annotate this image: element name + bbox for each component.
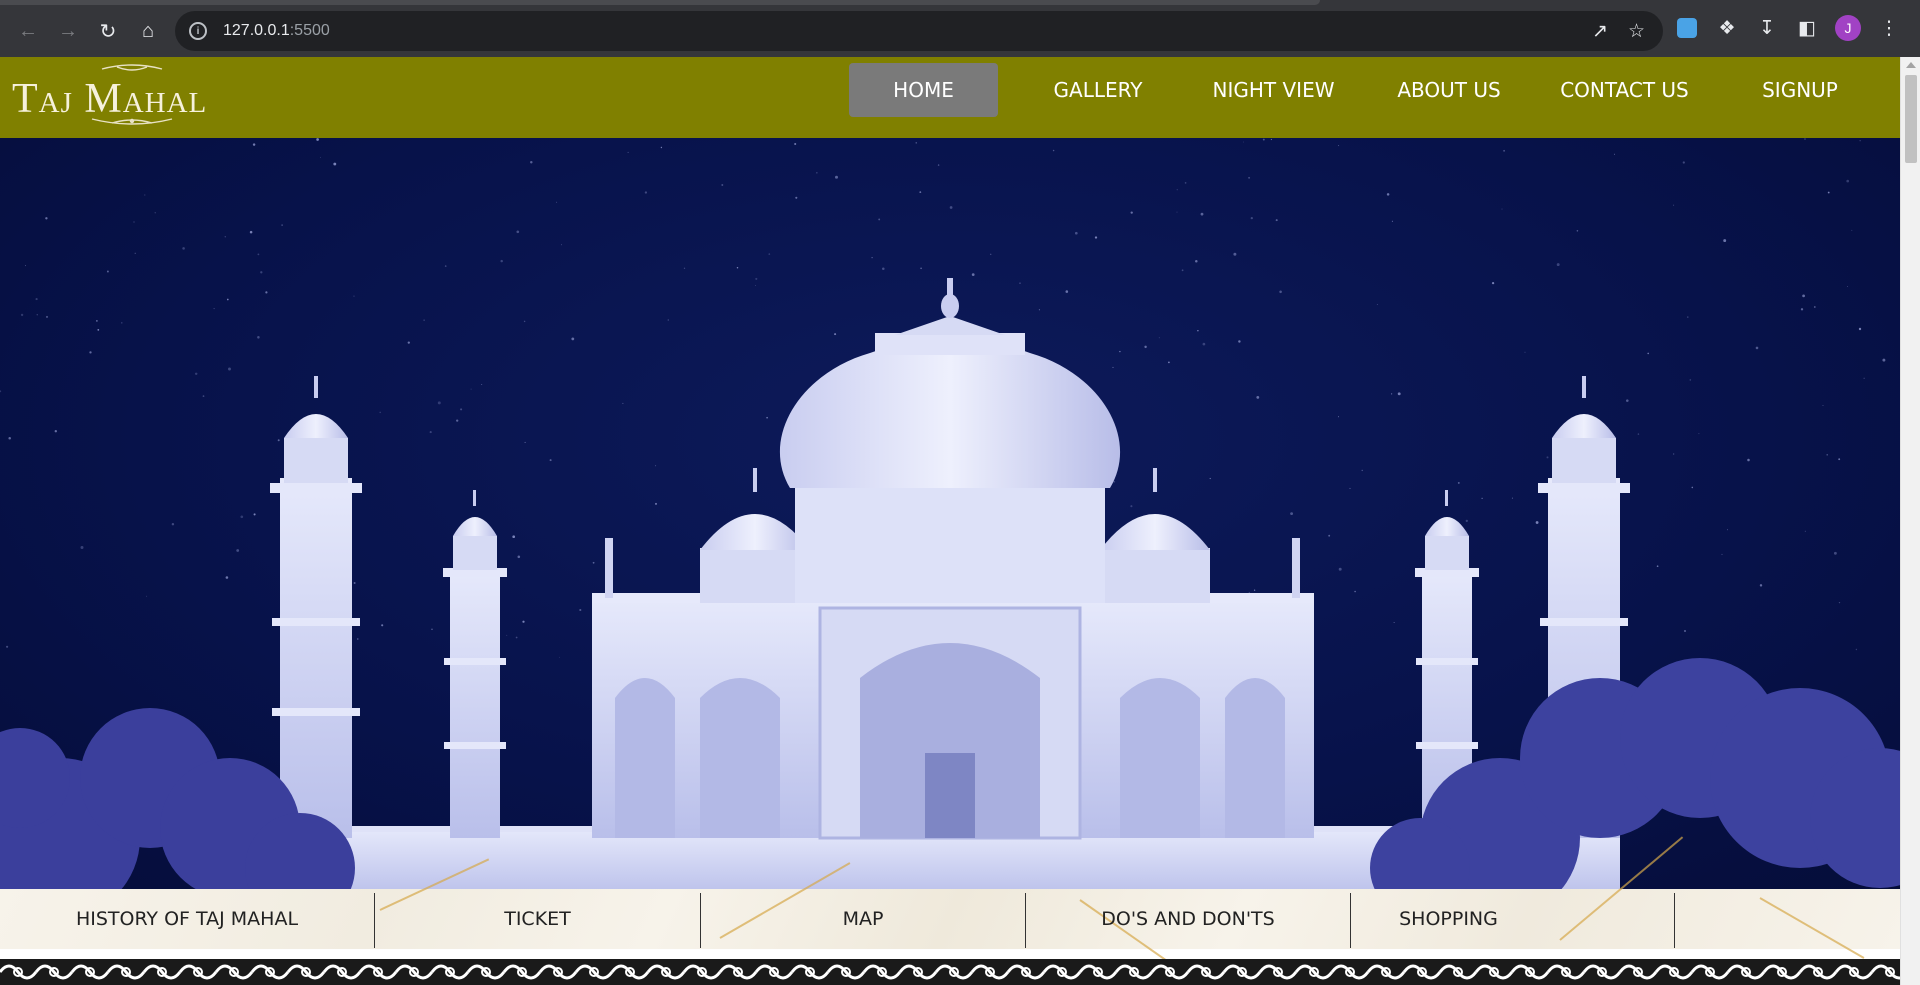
nav-night-view[interactable]: NIGHT VIEW xyxy=(1198,63,1349,117)
page-scrollbar[interactable] xyxy=(1900,57,1920,985)
address-bar[interactable]: i 127.0.0.1:5500 ↗ ☆ xyxy=(175,11,1663,51)
profile-avatar[interactable]: J xyxy=(1835,15,1861,41)
browser-toolbar: ← → ↻ ⌂ i 127.0.0.1:5500 ↗ ☆ ❖ ↧ ◧ J ⋮ xyxy=(0,5,1920,57)
back-icon[interactable]: ← xyxy=(8,11,48,51)
minaret-left-outer xyxy=(270,376,362,838)
menu-kebab-icon[interactable]: ⋮ xyxy=(1877,16,1901,40)
nav-contact-us[interactable]: CONTACT US xyxy=(1549,63,1700,117)
scroll-up-icon[interactable] xyxy=(1906,62,1916,68)
nav-home[interactable]: HOME xyxy=(849,63,998,117)
decorative-border xyxy=(0,959,1900,985)
address-url[interactable]: 127.0.0.1:5500 xyxy=(223,22,330,40)
bookmark-star-icon[interactable]: ☆ xyxy=(1628,20,1645,43)
site-header: Taj Mahal HOME GALLERY NIGHT VIEW ABOUT … xyxy=(0,57,1900,138)
reload-icon[interactable]: ↻ xyxy=(88,11,128,51)
menu-dos-and-donts[interactable]: DO'S AND DON'TS xyxy=(1026,889,1350,949)
minaret-left-inner xyxy=(443,490,507,838)
menu-map[interactable]: MAP xyxy=(701,889,1025,949)
ornament-border-pattern xyxy=(0,959,1900,985)
site-logo[interactable]: Taj Mahal xyxy=(12,63,242,129)
nav-gallery[interactable]: GALLERY xyxy=(998,63,1198,117)
side-panel-icon[interactable]: ◧ xyxy=(1795,16,1819,40)
logo-text: Taj Mahal xyxy=(12,76,208,122)
menu-ticket[interactable]: TICKET xyxy=(375,889,700,949)
hero-image xyxy=(0,138,1900,889)
share-icon[interactable]: ↗ xyxy=(1592,20,1608,43)
puzzle-extensions-icon[interactable]: ❖ xyxy=(1715,16,1739,40)
menu-divider xyxy=(1674,893,1675,948)
taj-mahal-night-illustration xyxy=(0,138,1900,889)
menu-shopping[interactable]: SHOPPING xyxy=(1351,889,1546,949)
bottom-menu: HISTORY OF TAJ MAHAL TICKET MAP DO'S AND… xyxy=(0,836,1900,982)
menu-history[interactable]: HISTORY OF TAJ MAHAL xyxy=(0,889,374,949)
mausoleum-main xyxy=(592,278,1314,840)
main-nav: HOME GALLERY NIGHT VIEW ABOUT US CONTACT… xyxy=(849,63,1900,117)
home-icon[interactable]: ⌂ xyxy=(128,11,168,51)
page-viewport: Taj Mahal HOME GALLERY NIGHT VIEW ABOUT … xyxy=(0,57,1920,985)
nav-about-us[interactable]: ABOUT US xyxy=(1349,63,1549,117)
extension-icon[interactable] xyxy=(1675,16,1699,40)
download-icon[interactable]: ↧ xyxy=(1755,16,1779,40)
forward-icon[interactable]: → xyxy=(48,11,88,51)
nav-signup[interactable]: SIGNUP xyxy=(1700,63,1900,117)
scroll-thumb[interactable] xyxy=(1905,75,1917,163)
site-info-icon[interactable]: i xyxy=(189,22,207,40)
